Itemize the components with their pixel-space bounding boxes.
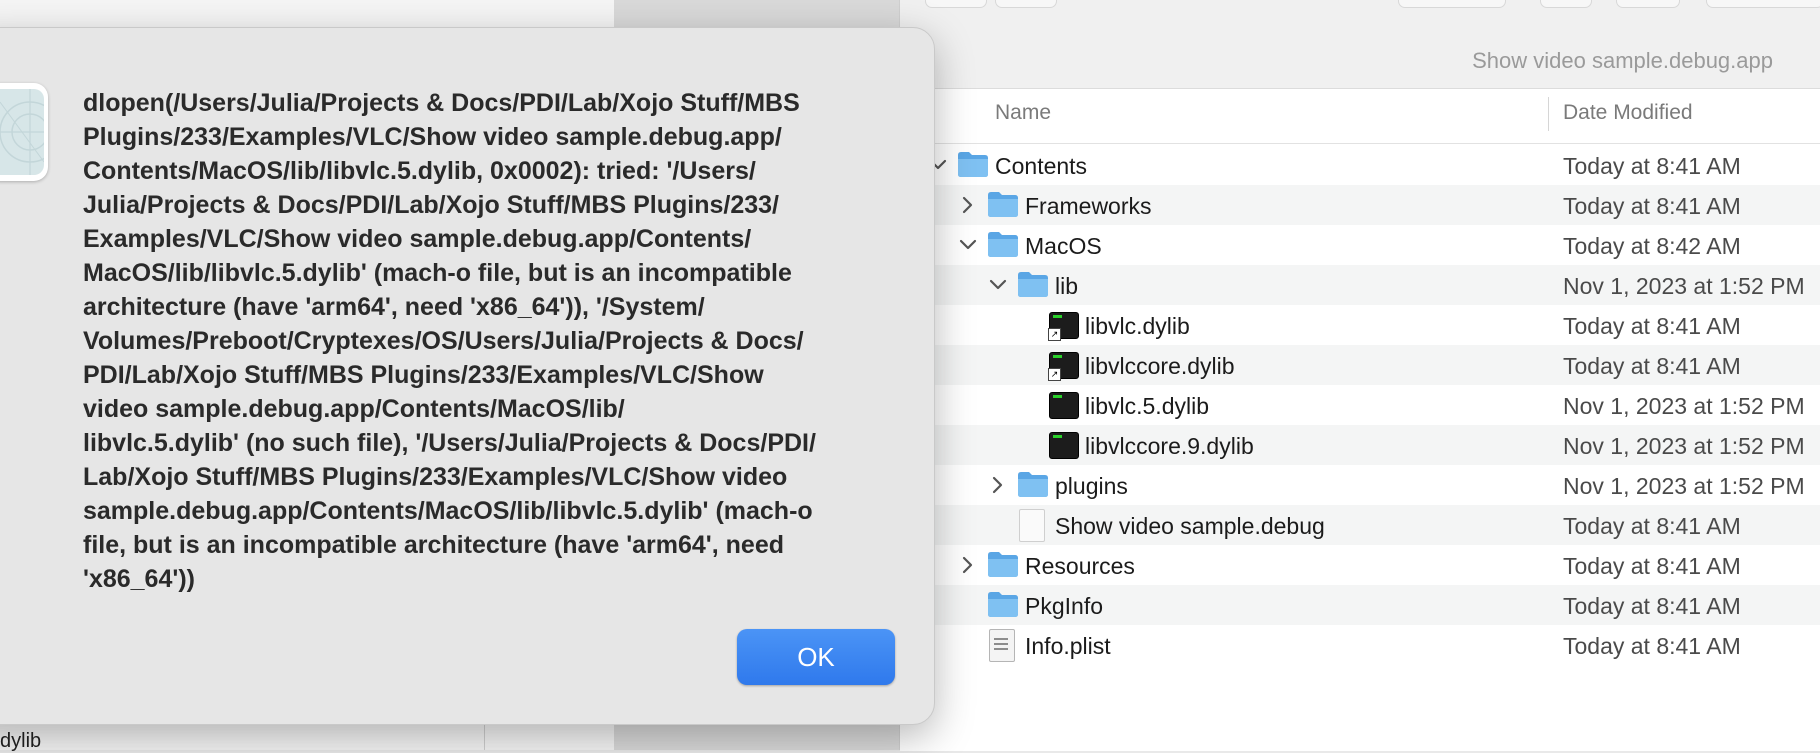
file-date-modified: Today at 8:41 AM: [1563, 633, 1741, 659]
file-name: libvlccore.dylib: [1085, 353, 1235, 379]
file-name: Show video sample.debug: [1055, 513, 1325, 539]
column-header-name[interactable]: Name: [995, 101, 1051, 125]
file-name: plugins: [1055, 473, 1128, 499]
file-name: libvlccore.9.dylib: [1085, 433, 1254, 459]
finder-window: Show video sample.debug.app Name Date Mo…: [899, 0, 1820, 751]
file-row[interactable]: Resources Today at 8:41 AM: [900, 545, 1820, 585]
toolbar-button-search[interactable]: [1706, 0, 1820, 8]
file-date-modified: Today at 8:41 AM: [1563, 193, 1741, 219]
file-row[interactable]: Contents Today at 8:41 AM: [900, 145, 1820, 185]
file-name: Info.plist: [1025, 633, 1111, 659]
file-list[interactable]: Name Date Modified Contents Today at 8:41…: [900, 88, 1820, 751]
toolbar-button-view[interactable]: [1398, 0, 1506, 8]
file-row[interactable]: libvlc.5.dylib Nov 1, 2023 at 1:52 PM: [900, 385, 1820, 425]
toolbar-button-tags[interactable]: [1616, 0, 1680, 8]
chevron-right-icon[interactable]: [989, 474, 1007, 496]
file-date-modified: Nov 1, 2023 at 1:52 PM: [1563, 393, 1805, 419]
folder-icon: [987, 550, 1019, 580]
file-date-modified: Today at 8:42 AM: [1563, 233, 1741, 259]
file-row[interactable]: Show video sample.debug Today at 8:41 AM: [900, 505, 1820, 545]
chevron-right-icon[interactable]: [959, 194, 977, 216]
window-title: Show video sample.debug.app: [1472, 48, 1773, 73]
column-header-date-modified[interactable]: Date Modified: [1563, 101, 1693, 125]
folder-icon: [987, 590, 1019, 620]
file-date-modified: Today at 8:41 AM: [1563, 553, 1741, 579]
compass-pattern-icon: [0, 89, 48, 175]
file-row[interactable]: Info.plist Today at 8:41 AM: [900, 625, 1820, 665]
document-icon: [1019, 509, 1045, 542]
plist-icon: [989, 629, 1015, 662]
file-date-modified: Today at 8:41 AM: [1563, 593, 1741, 619]
folder-icon: [1017, 470, 1049, 500]
file-name: libvlc.5.dylib: [1085, 393, 1209, 419]
folder-icon: [987, 190, 1019, 220]
ok-button[interactable]: OK: [737, 629, 895, 685]
file-row[interactable]: ↗ libvlc.dylib Today at 8:41 AM: [900, 305, 1820, 345]
file-name: PkgInfo: [1025, 593, 1103, 619]
file-name: MacOS: [1025, 233, 1102, 259]
file-date-modified: Today at 8:41 AM: [1563, 513, 1741, 539]
chevron-down-icon[interactable]: [989, 274, 1007, 296]
file-row[interactable]: libvlccore.9.dylib Nov 1, 2023 at 1:52 PM: [900, 425, 1820, 465]
alias-exec-icon: ↗: [1048, 352, 1079, 381]
column-separator[interactable]: [1548, 97, 1549, 131]
file-row[interactable]: lib Nov 1, 2023 at 1:52 PM: [900, 265, 1820, 305]
toolbar-button-back[interactable]: [925, 0, 987, 8]
file-name: Contents: [995, 153, 1088, 179]
file-date-modified: Today at 8:41 AM: [1563, 153, 1741, 179]
toolbar-button-share[interactable]: [1540, 0, 1592, 8]
file-row[interactable]: plugins Nov 1, 2023 at 1:52 PM: [900, 465, 1820, 505]
file-row[interactable]: PkgInfo Today at 8:41 AM: [900, 585, 1820, 625]
chevron-right-icon[interactable]: [959, 554, 977, 576]
file-row[interactable]: ↗ libvlccore.dylib Today at 8:41 AM: [900, 345, 1820, 385]
file-date-modified: Nov 1, 2023 at 1:52 PM: [1563, 473, 1805, 499]
alias-exec-icon: ↗: [1048, 312, 1079, 341]
toolbar-button-forward[interactable]: [995, 0, 1057, 8]
alert-dialog: dlopen(/Users/Julia/Projects & Docs/PDI/…: [0, 27, 935, 725]
file-row[interactable]: MacOS Today at 8:42 AM: [900, 225, 1820, 265]
file-date-modified: Nov 1, 2023 at 1:52 PM: [1563, 273, 1805, 299]
file-name: libvlc.dylib: [1085, 313, 1190, 339]
chevron-down-icon[interactable]: [959, 234, 977, 256]
file-date-modified: Nov 1, 2023 at 1:52 PM: [1563, 433, 1805, 459]
folder-icon: [957, 150, 989, 180]
app-icon: [0, 83, 48, 181]
file-row[interactable]: Frameworks Today at 8:41 AM: [900, 185, 1820, 225]
file-name: Resources: [1025, 553, 1135, 579]
file-date-modified: Today at 8:41 AM: [1563, 353, 1741, 379]
file-name: Frameworks: [1025, 193, 1152, 219]
file-name: lib: [1055, 273, 1079, 299]
folder-icon: [1017, 270, 1049, 300]
alert-message: dlopen(/Users/Julia/Projects & Docs/PDI/…: [83, 89, 816, 593]
app-icon-artwork: [0, 89, 48, 175]
file-date-modified: Today at 8:41 AM: [1563, 313, 1741, 339]
exec-icon: [1049, 392, 1079, 419]
folder-icon: [987, 230, 1019, 260]
header-divider: [900, 143, 1820, 144]
exec-icon: [1049, 432, 1079, 459]
